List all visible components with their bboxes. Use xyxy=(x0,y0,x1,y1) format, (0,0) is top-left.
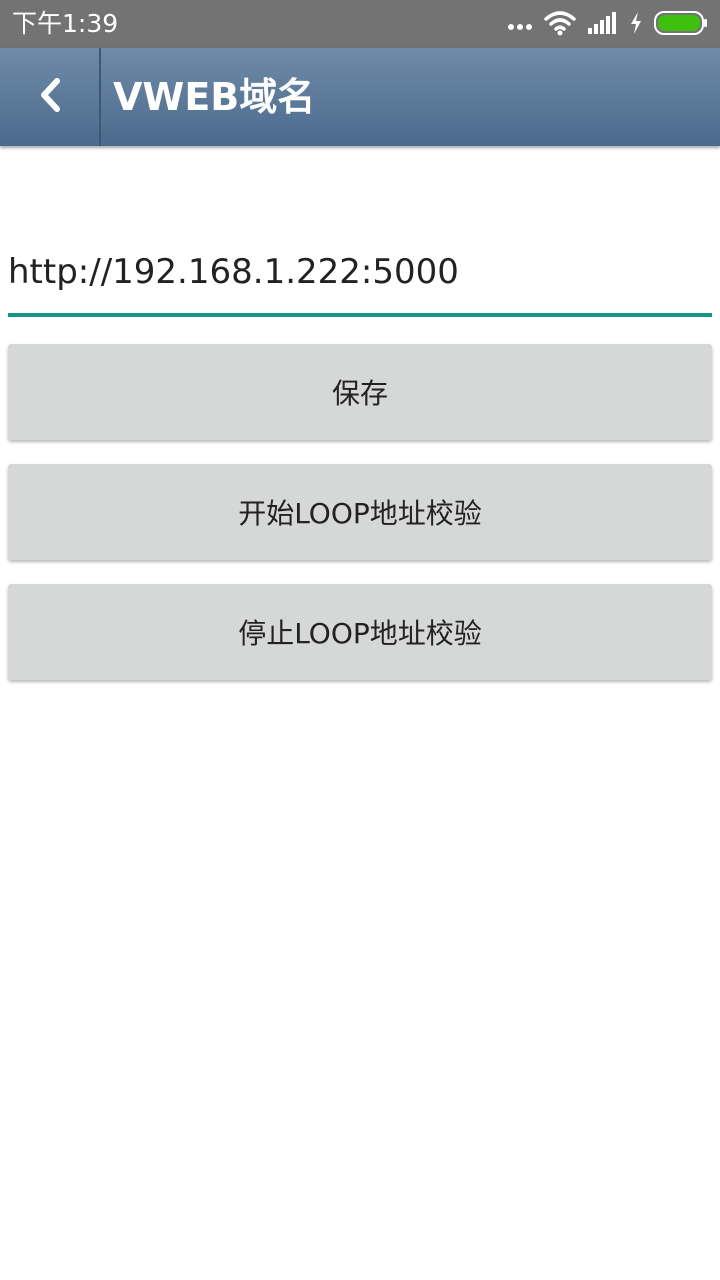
signal-icon xyxy=(588,12,618,38)
battery-icon xyxy=(654,11,708,39)
url-input-underline xyxy=(8,313,712,317)
back-button[interactable] xyxy=(0,48,99,146)
status-icons xyxy=(496,10,708,40)
wifi-icon xyxy=(544,10,576,40)
page-title: VWEB域名 xyxy=(113,75,316,119)
chevron-left-icon xyxy=(36,77,64,117)
stop-loop-check-button[interactable]: 停止LOOP地址校验 xyxy=(8,584,712,680)
status-time: 下午1:39 xyxy=(12,9,119,38)
save-button[interactable]: 保存 xyxy=(8,344,712,440)
start-loop-check-button[interactable]: 开始LOOP地址校验 xyxy=(8,464,712,560)
app-bar: VWEB域名 xyxy=(0,48,720,146)
url-input[interactable] xyxy=(8,244,712,300)
charging-icon xyxy=(630,12,642,38)
more-dots-icon xyxy=(508,16,532,35)
app-bar-divider xyxy=(99,48,101,146)
status-bar: 下午1:39 xyxy=(0,0,720,48)
